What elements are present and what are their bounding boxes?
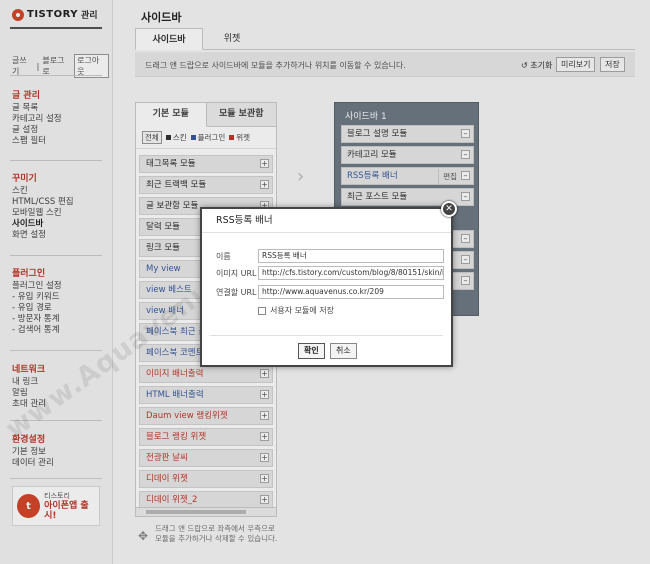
cancel-button[interactable]: 취소: [330, 343, 357, 359]
dialog-title: RSS등록 배너: [202, 209, 451, 233]
link-url-row: 연결할 URL http://www.aquavenus.co.kr/209: [216, 285, 444, 299]
link-url-input[interactable]: http://www.aquavenus.co.kr/209: [258, 285, 444, 299]
name-row: 이름 RSS등록 배너: [216, 249, 444, 263]
image-url-input[interactable]: http://cfs.tistory.com/custom/blog/8/801…: [258, 266, 444, 280]
rss-banner-dialog: RSS등록 배너 이름 RSS등록 배너 이미지 URL http://cfs.…: [200, 207, 453, 367]
checkbox-box[interactable]: [258, 306, 266, 315]
close-icon[interactable]: ✕: [441, 201, 457, 217]
name-label: 이름: [216, 251, 231, 261]
name-input[interactable]: RSS등록 배너: [258, 249, 444, 263]
checkbox-label: 서용자 모듈에 저장: [270, 306, 334, 315]
save-to-user-module-checkbox[interactable]: 서용자 모듈에 저장: [258, 305, 334, 316]
confirm-button[interactable]: 확인: [298, 343, 325, 359]
image-url-row: 이미지 URL http://cfs.tistory.com/custom/bl…: [216, 266, 444, 280]
link-url-label: 연결할 URL: [216, 287, 257, 297]
image-url-label: 이미지 URL: [216, 268, 257, 278]
dialog-divider: [210, 335, 443, 336]
